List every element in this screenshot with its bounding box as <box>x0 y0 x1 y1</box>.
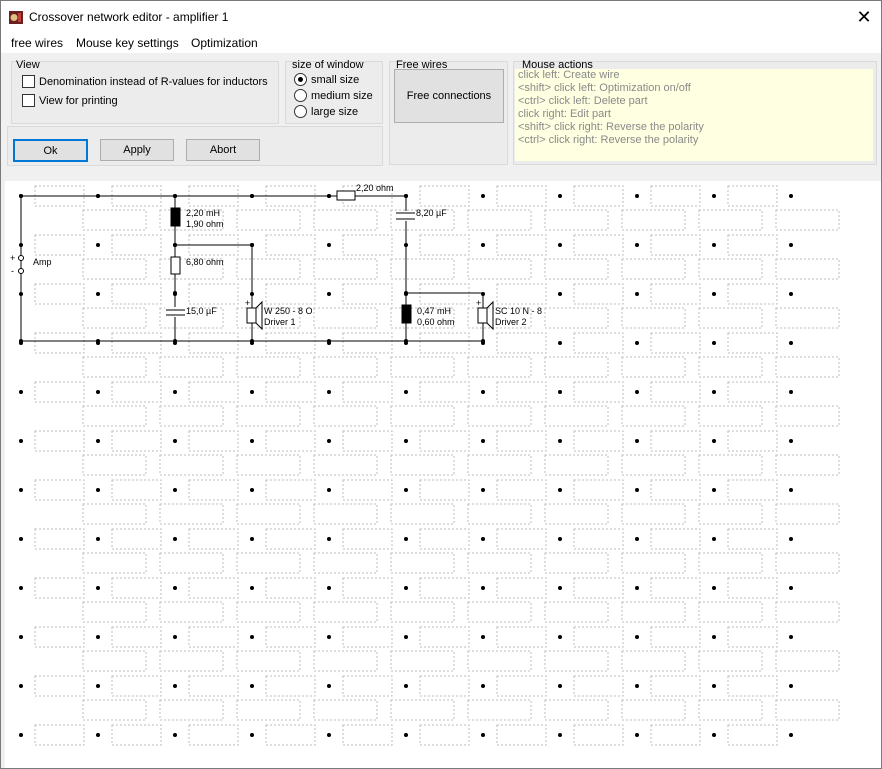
driver1-polarity: + <box>245 298 251 308</box>
capacitor-symbol[interactable] <box>165 307 186 317</box>
driver1-label: Driver 1 <box>264 317 296 327</box>
inductor-l2-label: 0,47 mH <box>417 306 452 316</box>
inductor-l1-label: 2,20 mH <box>186 208 221 218</box>
window-title: Crossover network editor - amplifier 1 <box>29 10 229 24</box>
amp-terminal[interactable] <box>18 268 24 274</box>
denomination-checkbox[interactable]: Denomination instead of R-values for ind… <box>22 75 268 88</box>
large-size-radio[interactable]: large size <box>294 105 358 118</box>
driver2-polarity: + <box>476 298 482 308</box>
apply-button[interactable]: Apply <box>100 139 174 161</box>
menu-optimization[interactable]: Optimization <box>191 36 258 50</box>
driver1-name: W 250 - 8 O <box>264 306 312 316</box>
menu-mouse-key-settings[interactable]: Mouse key settings <box>76 36 179 50</box>
inductor-l2-resistance: 0,60 ohm <box>417 317 455 327</box>
schematic-canvas[interactable]: 2,20 ohm 2,20 mH 1,90 ohm 6,80 ohm 15,0 … <box>5 181 881 768</box>
view-group-label: View <box>16 59 40 71</box>
capacitor-shunt-label: 15,0 µF <box>186 306 217 316</box>
mouse-action-line: <ctrl> click right: Reverse the polarity <box>518 134 699 146</box>
abort-button[interactable]: Abort <box>186 139 260 161</box>
amp-minus-sign: - <box>11 266 14 276</box>
free-connections-button[interactable]: Free connections <box>394 69 504 123</box>
title-bar: Crossover network editor - amplifier 1 ✕ <box>1 1 881 33</box>
medium-size-radio[interactable]: medium size <box>294 89 373 102</box>
crossover-schematic[interactable] <box>5 181 881 768</box>
amp-label: Amp <box>33 257 52 267</box>
mouse-action-line: click left: Create wire <box>518 69 620 81</box>
editor-window: Crossover network editor - amplifier 1 ✕… <box>0 0 882 769</box>
inductor-symbol[interactable] <box>401 304 412 324</box>
small-size-radio[interactable]: small size <box>294 73 359 86</box>
close-icon[interactable]: ✕ <box>847 1 881 33</box>
amp-plus-sign: + <box>10 253 16 263</box>
amp-terminal[interactable] <box>18 255 24 261</box>
mouse-action-line: click right: Edit part <box>518 108 611 120</box>
mouse-action-line: <shift> click right: Reverse the polarit… <box>518 121 704 133</box>
menu-free-wires[interactable]: free wires <box>11 36 63 50</box>
driver2-name: SC 10 N - 8 <box>495 306 543 316</box>
options-panel: View Denomination instead of R-values fo… <box>1 53 881 181</box>
resistor-shunt-label: 6,80 ohm <box>186 257 224 267</box>
size-of-window-group: size of window small size medium size la… <box>285 59 383 124</box>
view-group: View Denomination instead of R-values fo… <box>11 59 279 124</box>
size-group-label: size of window <box>292 59 364 71</box>
driver2-label: Driver 2 <box>495 317 527 327</box>
menu-bar: free wires Mouse key settings Optimizati… <box>1 33 881 53</box>
resistor-symbol[interactable] <box>336 190 356 201</box>
capacitor-series-label: 8,20 µF <box>416 208 447 218</box>
view-for-printing-checkbox[interactable]: View for printing <box>22 94 118 107</box>
mouse-action-line: <ctrl> click left: Delete part <box>518 95 648 107</box>
speaker-app-icon <box>9 11 23 24</box>
capacitor-symbol[interactable] <box>395 211 416 221</box>
mouse-actions-list: click left: Create wire <shift> click le… <box>515 69 873 161</box>
inductor-l1-resistance: 1,90 ohm <box>186 219 224 229</box>
mouse-action-line: <shift> click left: Optimization on/off <box>518 82 691 94</box>
resistor-symbol[interactable] <box>170 256 181 275</box>
inductor-symbol[interactable] <box>170 207 181 227</box>
resistor-series-label: 2,20 ohm <box>356 183 394 193</box>
ok-button[interactable]: Ok <box>13 139 88 162</box>
